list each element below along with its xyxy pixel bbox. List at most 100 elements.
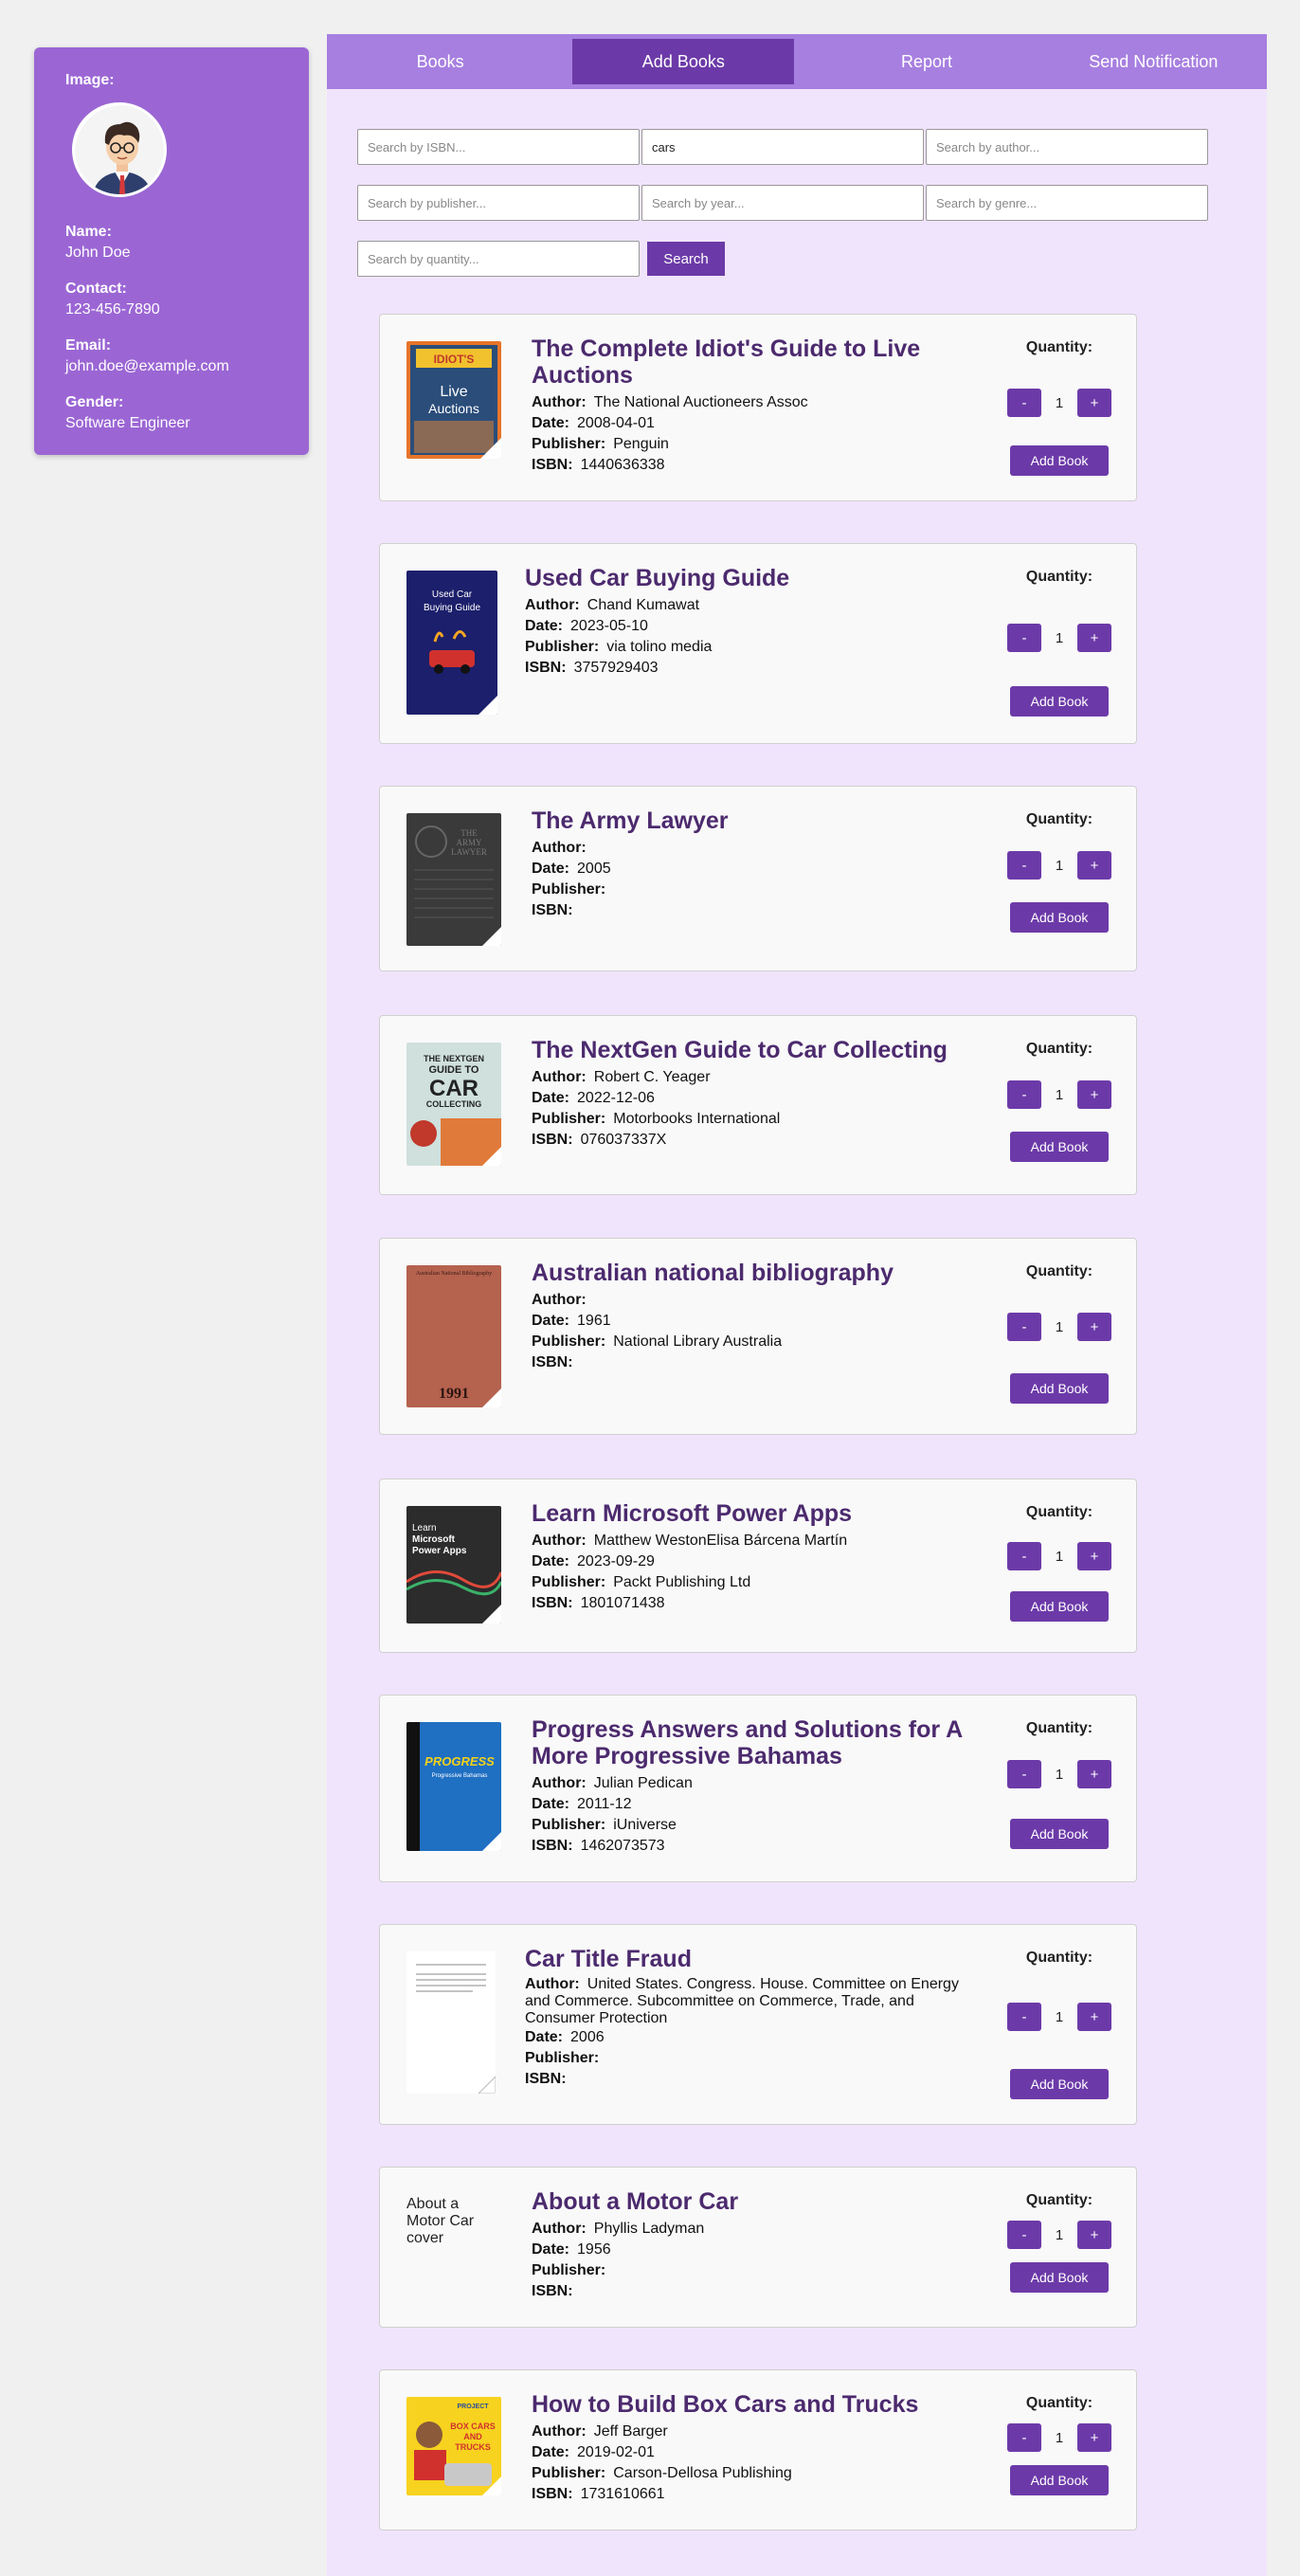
author-label: Author: (532, 1775, 587, 1791)
gender-label: Gender: (65, 394, 124, 410)
date-label: Date: (532, 1796, 570, 1812)
book-cover: Australian National Bibliography 1991 (406, 1265, 501, 1407)
decrement-button[interactable]: - (1007, 2423, 1041, 2452)
quantity-stepper: - 1 + (1007, 1542, 1111, 1570)
book-isbn-row: ISBN: 076037337X (532, 1130, 977, 1151)
book-cover: THE NEXTGEN GUIDE TO CAR COLLECTING (406, 1043, 501, 1166)
decrement-button[interactable]: - (1007, 624, 1041, 652)
decrement-button[interactable]: - (1007, 1542, 1041, 1570)
search-publisher-input[interactable] (357, 185, 640, 221)
decrement-button[interactable]: - (1007, 389, 1041, 417)
cover-title-text: CAR (429, 1076, 478, 1101)
cover-title-text: ARMY (456, 838, 482, 847)
author-label: Author: (532, 2423, 587, 2440)
add-book-button[interactable]: Add Book (1010, 1132, 1109, 1162)
book-isbn-row: ISBN: 1462073573 (532, 1836, 977, 1857)
avatar (72, 102, 167, 197)
increment-button[interactable]: + (1077, 1542, 1111, 1570)
book-publisher-row: Publisher: National Library Australia (532, 1332, 977, 1352)
book-publisher: iUniverse (613, 1817, 677, 1833)
book-isbn: 1801071438 (580, 1595, 665, 1611)
book-info: Learn Microsoft Power Apps Author: Matthe… (532, 1500, 977, 1614)
book-author-row: Author: (532, 838, 977, 859)
cover-title-text: AND (463, 2432, 482, 2441)
nav-send-notification[interactable]: Send Notification (1040, 34, 1267, 89)
author-label: Author: (532, 1292, 587, 1308)
add-book-button[interactable]: Add Book (1010, 902, 1109, 933)
book-info: Car Title Fraud Author: United States. Co… (525, 1946, 980, 2090)
search-year-input[interactable] (641, 185, 924, 221)
increment-button[interactable]: + (1077, 624, 1111, 652)
book-publisher: Carson-Dellosa Publishing (613, 2465, 792, 2481)
add-book-button[interactable]: Add Book (1010, 2069, 1109, 2099)
decrement-button[interactable]: - (1007, 2003, 1041, 2031)
increment-button[interactable]: + (1077, 1313, 1111, 1341)
cover-title-text: PROGRESS (424, 1754, 495, 1769)
book-publisher: via tolino media (606, 639, 713, 655)
quantity-control: Quantity: - 1 + Add Book (1007, 1263, 1111, 1404)
book-publisher-row: Publisher: Packt Publishing Ltd (532, 1572, 977, 1593)
book-isbn-row: ISBN: 1440636338 (532, 455, 977, 476)
add-book-button[interactable]: Add Book (1010, 2465, 1109, 2495)
book-info: How to Build Box Cars and Trucks Author:… (532, 2391, 977, 2505)
quantity-control: Quantity: - 1 + Add Book (1007, 2192, 1111, 2293)
search-genre-input[interactable] (926, 185, 1208, 221)
add-book-button[interactable]: Add Book (1010, 686, 1109, 717)
increment-button[interactable]: + (1077, 2423, 1111, 2452)
nav-add-books[interactable]: Add Books (572, 39, 795, 84)
book-isbn-row: ISBN: (532, 2281, 977, 2302)
publisher-label: Publisher: (525, 639, 600, 655)
increment-button[interactable]: + (1077, 1080, 1111, 1109)
book-author-row: Author: United States. Congress. House. C… (525, 1976, 980, 2027)
quantity-label: Quantity: (1025, 1950, 1093, 1966)
quantity-control: Quantity: - 1 + Add Book (1007, 1504, 1111, 1622)
decrement-button[interactable]: - (1007, 1760, 1041, 1788)
add-book-button[interactable]: Add Book (1010, 1373, 1109, 1404)
book-date-row: Date: 2022-12-06 (532, 1088, 977, 1109)
quantity-stepper: - 1 + (1007, 851, 1111, 880)
date-label: Date: (525, 618, 564, 634)
book-publisher: Motorbooks International (613, 1111, 781, 1127)
search-quantity-input[interactable] (357, 241, 640, 277)
increment-button[interactable]: + (1077, 851, 1111, 880)
book-author-row: Author: Jeff Barger (532, 2422, 977, 2442)
book-author-row: Author: Matthew WestonElisa Bárcena Martí… (532, 1531, 977, 1551)
nav-report[interactable]: Report (813, 34, 1039, 89)
decrement-button[interactable]: - (1007, 1313, 1041, 1341)
quantity-label: Quantity: (1025, 1720, 1093, 1736)
add-book-button[interactable]: Add Book (1010, 445, 1109, 476)
quantity-value: 1 (1055, 2226, 1064, 2243)
date-label: Date: (525, 2029, 564, 2045)
book-date-row: Date: 2023-09-29 (532, 1551, 977, 1572)
book-isbn-row: ISBN: 1731610661 (532, 2484, 977, 2505)
add-book-button[interactable]: Add Book (1010, 1819, 1109, 1849)
increment-button[interactable]: + (1077, 389, 1111, 417)
increment-button[interactable]: + (1077, 2221, 1111, 2249)
book-info: The NextGen Guide to Car Collecting Auth… (532, 1037, 977, 1151)
increment-button[interactable]: + (1077, 2003, 1111, 2031)
book-title: Progress Answers and Solutions for A Mor… (532, 1716, 963, 1769)
author-label: Author: (525, 597, 580, 613)
search-isbn-input[interactable] (357, 129, 640, 165)
book-publisher-row: Publisher: via tolino media (525, 637, 970, 658)
increment-button[interactable]: + (1077, 1760, 1111, 1788)
profile-card: Image: Name: John Doe Contact: 123-456-7… (34, 47, 309, 455)
add-book-button[interactable]: Add Book (1010, 2262, 1109, 2293)
book-publisher-row: Publisher: Carson-Dellosa Publishing (532, 2463, 977, 2484)
book-title: How to Build Box Cars and Trucks (532, 2391, 919, 2418)
search-button[interactable]: Search (647, 242, 725, 276)
search-title-input[interactable] (641, 129, 924, 165)
cover-title-text: PROJECT (457, 2404, 489, 2410)
decrement-button[interactable]: - (1007, 1080, 1041, 1109)
book-card: THE ARMY LAWYER The Army Lawyer Author: … (379, 786, 1137, 971)
cover-title-text: GUIDE TO (429, 1064, 479, 1076)
book-card: Learn Microsoft Power Apps Learn Microso… (379, 1478, 1137, 1653)
decrement-button[interactable]: - (1007, 851, 1041, 880)
cover-title-text: Australian National Bibliography (416, 1271, 492, 1277)
nav-books[interactable]: Books (327, 34, 553, 89)
gender-value: Software Engineer (65, 415, 190, 431)
search-author-input[interactable] (926, 129, 1208, 165)
decrement-button[interactable]: - (1007, 2221, 1041, 2249)
add-book-button[interactable]: Add Book (1010, 1591, 1109, 1622)
quantity-value: 1 (1055, 1086, 1064, 1103)
